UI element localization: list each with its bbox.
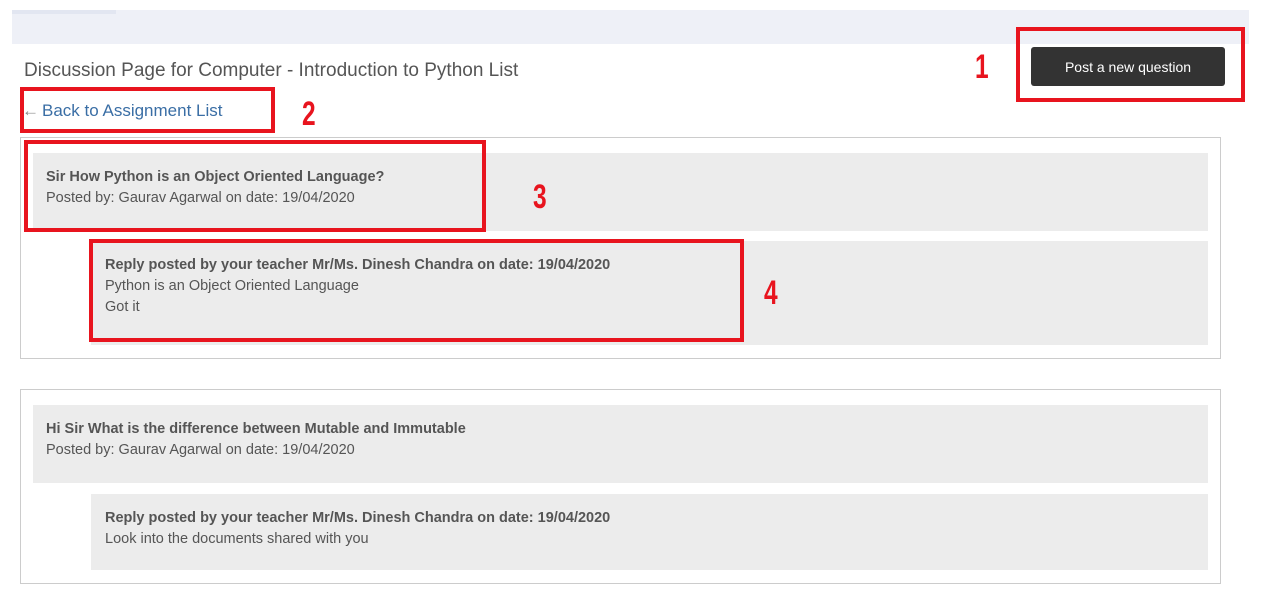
page-title: Discussion Page for Computer - Introduct… (24, 60, 519, 81)
reply-title: Reply posted by your teacher Mr/Ms. Dine… (105, 510, 611, 526)
annotation-number-1: 1 (975, 48, 989, 86)
annotation-box-4 (89, 239, 744, 342)
question-panel: Hi Sir What is the difference between Mu… (33, 405, 1208, 483)
teacher-reply-panel: Reply posted by your teacher Mr/Ms. Dine… (91, 494, 1208, 570)
annotation-number-2: 2 (302, 95, 316, 133)
question-meta: Posted by: Gaurav Agarwal on date: 19/04… (46, 442, 355, 458)
discussion-thread: Hi Sir What is the difference between Mu… (20, 389, 1221, 584)
annotation-number-4: 4 (764, 274, 778, 312)
active-tab-indicator (12, 10, 116, 14)
reply-text: Look into the documents shared with you (105, 531, 369, 547)
annotation-box-3 (24, 140, 486, 232)
annotation-box-2 (20, 87, 275, 133)
question-title: Hi Sir What is the difference between Mu… (46, 421, 466, 437)
annotation-number-3: 3 (533, 178, 547, 216)
annotation-box-1 (1016, 27, 1245, 102)
